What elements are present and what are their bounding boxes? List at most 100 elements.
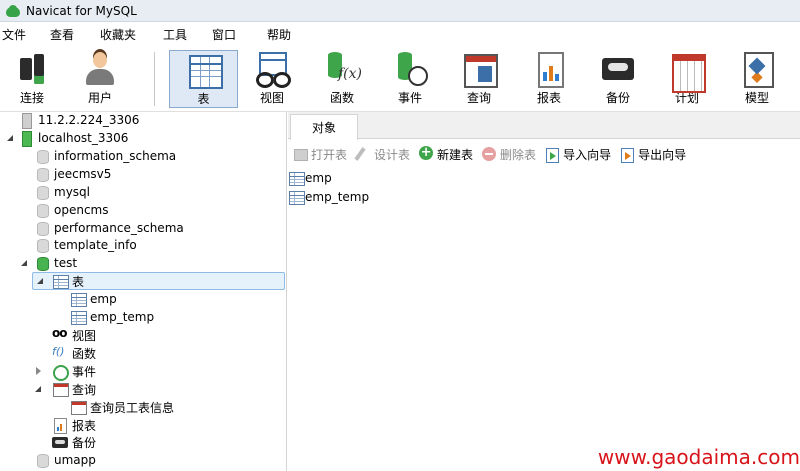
query-icon (70, 400, 87, 415)
tree-item-query[interactable]: 查询员工表信息 (70, 398, 174, 416)
tree-item-label: opencms (54, 203, 109, 217)
export-wizard-label: 导出向导 (638, 147, 687, 162)
new-table-button[interactable]: 新建表 (418, 146, 473, 163)
menu-file[interactable]: 文件 (2, 26, 26, 43)
backup-icon (600, 52, 636, 86)
tree-item-events-folder[interactable]: 事件 (34, 362, 96, 381)
title-bar: Navicat for MySQL (0, 0, 800, 22)
report-icon (531, 52, 567, 88)
object-item[interactable]: emp_temp (288, 187, 800, 206)
menu-view[interactable]: 查看 (50, 26, 74, 43)
import-wizard-label: 导入向导 (563, 147, 612, 162)
database-icon (34, 167, 50, 182)
tree-item-tables-folder[interactable]: 表 (32, 272, 285, 290)
database-icon (34, 238, 50, 253)
tree-item-server-localhost[interactable]: localhost_3306 (6, 129, 128, 147)
delete-table-button[interactable]: 删除表 (481, 146, 536, 163)
tree-item-database[interactable]: information_schema (34, 147, 176, 165)
function-icon (324, 52, 362, 86)
tree-item-label: test (54, 256, 78, 270)
tree-item-label: template_info (54, 238, 137, 252)
database-icon (34, 256, 50, 271)
tree-item-database-test[interactable]: test (20, 254, 77, 272)
server-icon (18, 131, 34, 147)
import-wizard-button[interactable]: 导入向导 (544, 146, 611, 163)
design-table-button[interactable]: 设计表 (355, 146, 410, 163)
tree-item-label: 表 (72, 274, 85, 289)
expand-arrow-icon[interactable] (20, 258, 30, 268)
tree-item-database[interactable]: opencms (34, 201, 109, 219)
open-table-label: 打开表 (311, 147, 348, 162)
export-wizard-icon (619, 147, 635, 163)
tree-item-label: 查询员工表信息 (90, 400, 175, 415)
tree-item-table[interactable]: emp_temp (70, 308, 154, 326)
tree-item-database[interactable]: umapp (34, 451, 96, 469)
tree-item-label: information_schema (54, 149, 177, 163)
tree-item-label: 备份 (72, 435, 97, 450)
tree-item-database[interactable]: template_info (34, 236, 137, 254)
open-table-button[interactable]: 打开表 (292, 146, 347, 163)
toolbar-schedule-button[interactable]: 计划 (655, 50, 719, 108)
tree-item-server-remote[interactable]: 11.2.2.224_3306 (6, 111, 139, 129)
expand-arrow-icon[interactable] (36, 276, 46, 286)
table-icon (288, 190, 305, 205)
export-wizard-button[interactable]: 导出向导 (619, 146, 686, 163)
menu-bar: 文件 查看 收藏夹 工具 窗口 帮助 (0, 22, 800, 46)
toolbar-table-button[interactable]: 表 (169, 50, 238, 108)
view-icon (52, 326, 68, 342)
toolbar-event-button[interactable]: 事件 (378, 50, 442, 108)
toolbar-connection-button[interactable]: 连接 (0, 50, 64, 108)
table-icon (52, 274, 69, 289)
tree-item-label: jeecmsv5 (54, 167, 112, 181)
toolbar-view-label: 视图 (259, 91, 284, 105)
toolbar-query-button[interactable]: 查询 (447, 50, 511, 108)
tree-item-label: 函数 (72, 346, 97, 361)
toolbar-function-button[interactable]: 函数 (310, 50, 374, 108)
menu-tools[interactable]: 工具 (163, 26, 187, 43)
menu-help[interactable]: 帮助 (267, 26, 291, 43)
object-list: emp emp_temp (288, 168, 800, 206)
menu-favorites[interactable]: 收藏夹 (100, 26, 136, 43)
tree-item-backups-folder[interactable]: 备份 (52, 433, 96, 451)
server-icon (18, 113, 34, 129)
connection-tree[interactable]: 11.2.2.224_3306 localhost_3306 informati… (0, 112, 287, 471)
user-icon (82, 52, 118, 86)
tree-item-reports-folder[interactable]: 报表 (52, 416, 96, 434)
tree-item-database[interactable]: mysql (34, 183, 90, 201)
tree-item-database[interactable]: performance_schema (34, 219, 184, 237)
tree-item-database[interactable]: jeecmsv5 (34, 165, 111, 183)
expand-arrow-icon[interactable] (34, 366, 44, 376)
object-item[interactable]: emp (288, 168, 800, 187)
toolbar-table-label: 表 (197, 92, 210, 106)
tree-item-queries-folder[interactable]: 查询 (34, 380, 96, 398)
toolbar-model-button[interactable]: 模型 (725, 50, 789, 108)
database-icon (34, 453, 50, 468)
view-icon (254, 52, 290, 88)
toolbar-user-label: 用户 (87, 91, 112, 105)
design-table-label: 设计表 (374, 147, 411, 162)
delete-table-icon (481, 147, 497, 161)
toolbar-report-button[interactable]: 报表 (517, 50, 581, 108)
database-icon (34, 185, 50, 200)
tree-item-functions-folder[interactable]: 函数 (52, 344, 96, 362)
toolbar-backup-button[interactable]: 备份 (586, 50, 650, 108)
table-icon (70, 310, 87, 325)
tree-item-label: emp_temp (90, 310, 155, 324)
toolbar-connection-label: 连接 (19, 91, 44, 105)
toolbar-user-button[interactable]: 用户 (68, 50, 132, 108)
delete-table-label: 删除表 (500, 147, 537, 162)
tree-item-views-folder[interactable]: 视图 (52, 326, 96, 344)
tab-objects[interactable]: 对象 (290, 114, 358, 140)
backup-icon (52, 435, 68, 449)
menu-window[interactable]: 窗口 (212, 26, 236, 43)
object-toolbar: 打开表 设计表 新建表 删除表 导入向导 导出向导 (288, 140, 800, 168)
toolbar-backup-label: 备份 (605, 91, 630, 105)
tree-item-table[interactable]: emp (70, 290, 117, 308)
toolbar-view-button[interactable]: 视图 (240, 50, 304, 108)
table-icon (288, 171, 305, 186)
expand-arrow-icon[interactable] (6, 133, 16, 143)
tab-strip: 对象 (288, 112, 800, 140)
expand-arrow-icon[interactable] (34, 384, 44, 394)
navicat-app-icon (6, 4, 20, 17)
tree-item-label: mysql (54, 185, 90, 199)
